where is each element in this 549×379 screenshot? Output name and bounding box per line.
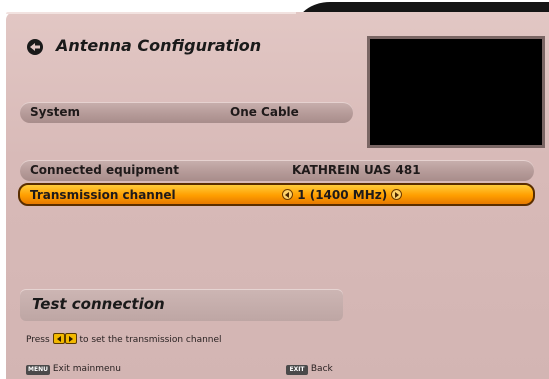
row-system[interactable]: System One Cable [20, 102, 353, 123]
menu-key-icon: MENU [26, 365, 50, 375]
test-connection-button[interactable]: Test connection [20, 289, 343, 321]
hint-after: to set the transmission channel [79, 335, 222, 345]
panel-highlight [6, 12, 296, 14]
channel-value: 1 (1400 MHz) [297, 188, 388, 202]
row-connected-equipment[interactable]: Connected equipment KATHREIN UAS 481 [20, 160, 534, 181]
hint-text: Press to set the transmission channel [26, 333, 222, 345]
right-arrow-icon[interactable] [391, 189, 403, 200]
row-value: One Cable [230, 105, 299, 119]
row-label: Connected equipment [30, 163, 179, 177]
left-arrow-icon[interactable] [282, 189, 293, 200]
test-connection-label: Test connection [32, 295, 165, 313]
right-key-icon [64, 333, 77, 344]
screen: Antenna Configuration System One Cable C… [0, 0, 549, 379]
footer-menu[interactable]: MENU Exit mainmenu [26, 364, 121, 375]
row-value: KATHREIN UAS 481 [292, 163, 421, 177]
exit-key-icon: EXIT [286, 365, 308, 375]
left-key-icon [52, 333, 65, 344]
row-label: System [30, 105, 80, 119]
hint-before: Press [26, 335, 50, 345]
tv-preview-window [367, 36, 545, 148]
footer-exit-label: Back [310, 364, 333, 374]
back-arrow-icon [27, 39, 43, 55]
footer-exit[interactable]: EXIT Back [286, 364, 333, 375]
page-title: Antenna Configuration [56, 36, 262, 55]
row-transmission-channel[interactable]: Transmission channel 1 (1400 MHz) [18, 183, 535, 206]
channel-selector[interactable]: 1 (1400 MHz) [282, 188, 403, 202]
footer-menu-label: Exit mainmenu [52, 364, 121, 374]
row-label: Transmission channel [30, 188, 176, 202]
